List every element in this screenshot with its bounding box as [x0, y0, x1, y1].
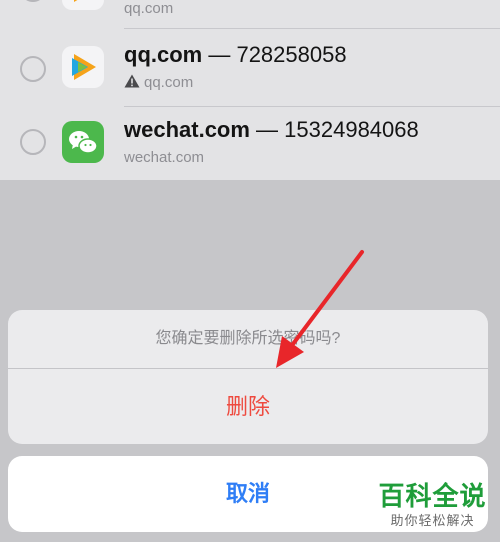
list-item-subtitle: qq.com	[124, 0, 174, 17]
watermark-title: 百科全说	[378, 481, 487, 511]
select-radio[interactable]	[20, 0, 46, 2]
sheet-message: 您确定要删除所选密码吗?	[155, 330, 341, 347]
password-list: qq.com qq.com — 728258058 qq.com wechat.…	[0, 0, 500, 180]
list-item-subtitle: qq.com	[144, 74, 194, 91]
watermark-subtitle: 助你轻松解决	[390, 513, 475, 528]
wechat-icon	[62, 121, 104, 163]
select-radio[interactable]	[20, 56, 46, 82]
list-item-domain: wechat.com	[124, 117, 250, 142]
list-item[interactable]: qq.com — 728258058 qq.com	[0, 32, 500, 106]
list-item-title: qq.com — 728258058	[124, 42, 347, 68]
list-item-subtitle-row: qq.com	[124, 74, 193, 91]
screen: qq.com qq.com — 728258058 qq.com wechat.…	[0, 0, 500, 542]
list-item[interactable]: qq.com	[0, 0, 500, 26]
delete-button[interactable]: 删除	[8, 369, 488, 444]
list-item[interactable]: wechat.com — 15324984068 wechat.com	[0, 107, 500, 180]
list-item-account: — 15324984068	[249, 117, 419, 142]
warning-icon	[124, 74, 140, 88]
list-item-domain: qq.com	[124, 42, 203, 67]
delete-confirmation-sheet: 您确定要删除所选密码吗? 删除	[8, 310, 488, 444]
tencent-video-icon	[62, 46, 104, 88]
list-item-subtitle: wechat.com	[124, 149, 205, 166]
list-item-account: — 728258058	[202, 42, 347, 67]
list-item-title: wechat.com — 15324984068	[124, 117, 419, 143]
tencent-video-icon	[62, 0, 104, 10]
select-radio[interactable]	[20, 129, 46, 155]
row-divider	[124, 28, 500, 29]
watermark: 百科全说 助你轻松解决	[370, 480, 495, 538]
